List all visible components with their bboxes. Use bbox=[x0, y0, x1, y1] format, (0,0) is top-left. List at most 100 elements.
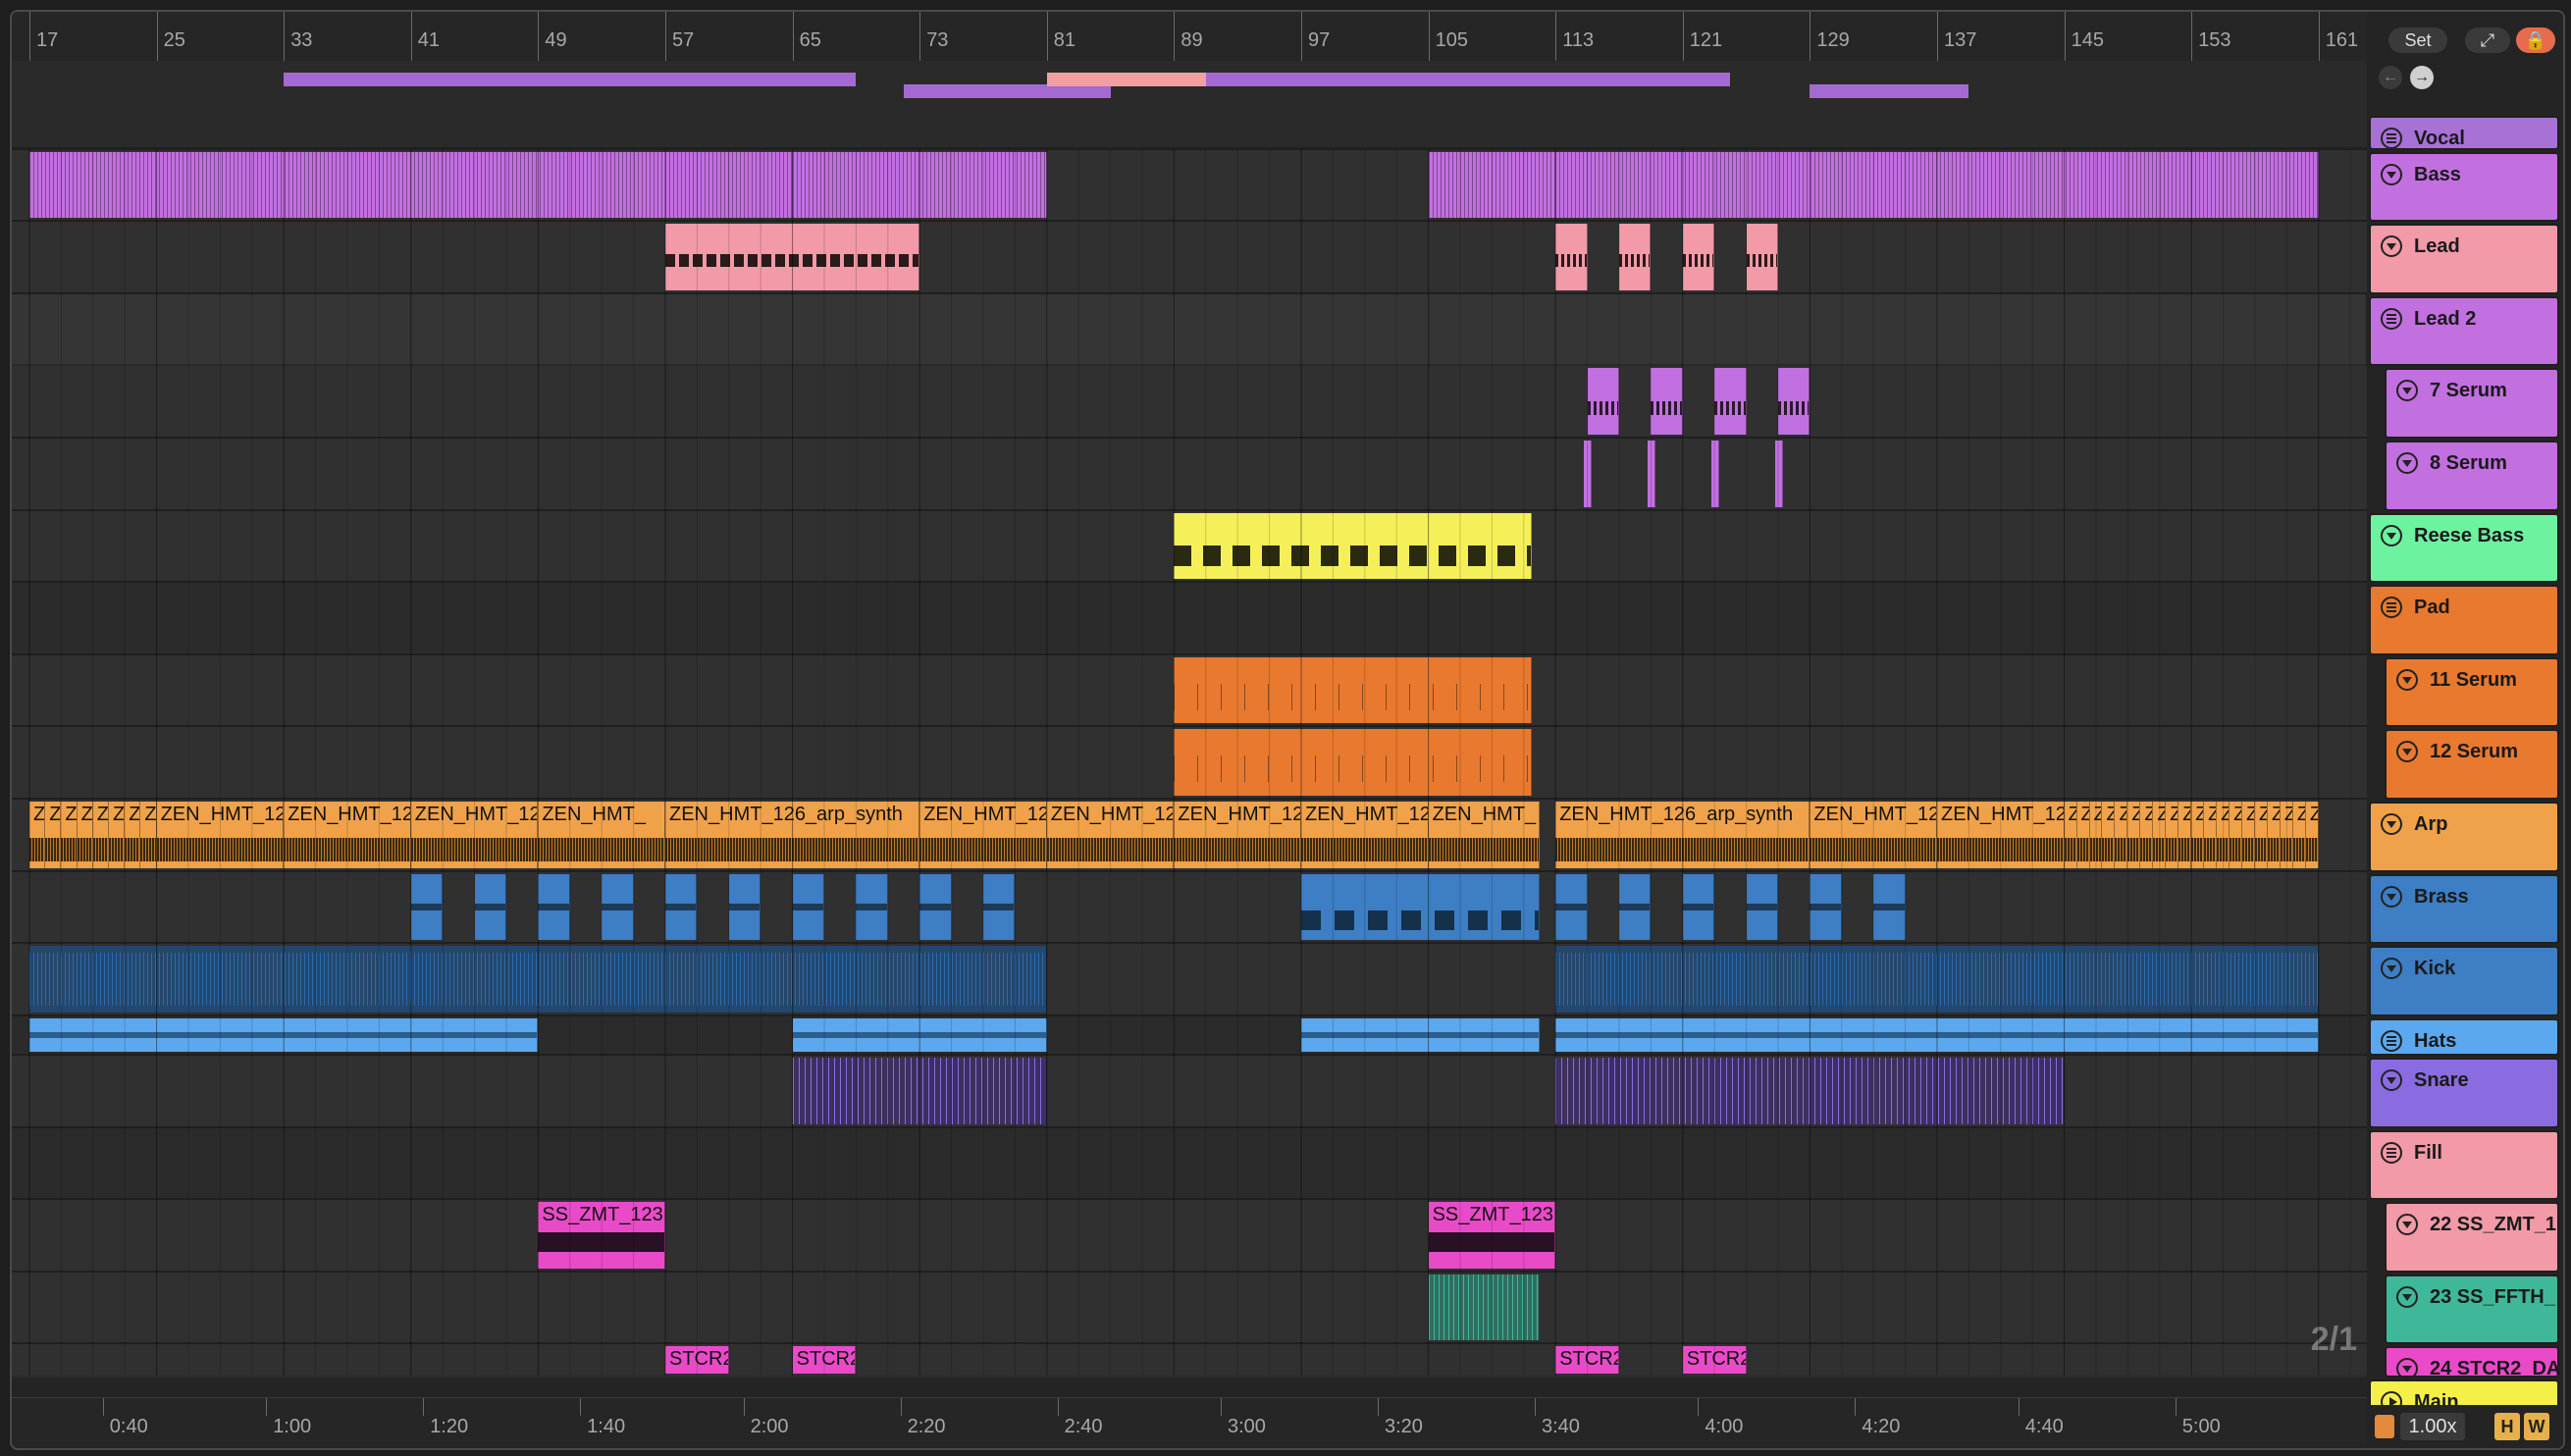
fold-icon[interactable] bbox=[2396, 741, 2418, 763]
track-header[interactable]: Pad bbox=[2369, 585, 2559, 655]
audio-clip[interactable]: ZEN_HMT_ bbox=[1428, 802, 1540, 868]
midi-clip[interactable] bbox=[1746, 873, 1778, 941]
midi-clip[interactable] bbox=[856, 873, 888, 941]
audio-clip[interactable]: Z bbox=[77, 802, 93, 868]
audio-clip[interactable] bbox=[1555, 1058, 2065, 1124]
h-toggle-button[interactable]: H bbox=[2494, 1413, 2520, 1440]
midi-clip[interactable] bbox=[1555, 151, 2319, 219]
fold-icon[interactable] bbox=[2396, 1214, 2418, 1236]
audio-clip[interactable]: Z bbox=[125, 802, 141, 868]
loop-region[interactable] bbox=[1046, 73, 1206, 86]
midi-clip[interactable] bbox=[1584, 440, 1593, 507]
midi-clip[interactable] bbox=[1810, 873, 1842, 941]
midi-clip[interactable] bbox=[410, 873, 444, 941]
audio-clip[interactable]: ZEN_HMT_12 bbox=[410, 802, 539, 868]
midi-clip[interactable] bbox=[1174, 729, 1532, 797]
midi-clip[interactable] bbox=[792, 151, 1047, 219]
fold-icon[interactable] bbox=[2381, 813, 2402, 836]
midi-clip[interactable] bbox=[792, 873, 824, 941]
audio-clip[interactable]: ZEN_HMT_12 bbox=[1937, 802, 2065, 868]
track-header[interactable]: 22 SS_ZMT_1 bbox=[2385, 1202, 2559, 1273]
track-header[interactable]: Lead 2 bbox=[2369, 295, 2559, 367]
midi-clip[interactable] bbox=[1714, 368, 1747, 435]
audio-clip[interactable] bbox=[1555, 946, 2319, 1013]
audio-clip[interactable] bbox=[1555, 1017, 2319, 1053]
midi-clip[interactable] bbox=[665, 873, 698, 941]
track-header[interactable]: 23 SS_FFTH_ bbox=[2385, 1274, 2559, 1345]
track-lane[interactable] bbox=[12, 366, 2367, 439]
track-lane[interactable] bbox=[12, 1272, 2367, 1345]
group-icon[interactable] bbox=[2381, 1141, 2402, 1164]
track-header[interactable]: Snare bbox=[2369, 1058, 2559, 1128]
audio-clip[interactable]: Z bbox=[2102, 802, 2116, 868]
midi-clip[interactable] bbox=[1174, 656, 1532, 724]
audio-clip[interactable]: STCR2 bbox=[1682, 1346, 1747, 1374]
midi-clip[interactable] bbox=[1873, 873, 1906, 941]
midi-clip[interactable] bbox=[1555, 873, 1588, 941]
next-locator-icon[interactable]: → bbox=[2410, 66, 2434, 89]
audio-clip[interactable]: ZEN_HMT_12 bbox=[1046, 802, 1175, 868]
track-header[interactable]: 7 Serum bbox=[2385, 368, 2559, 439]
midi-clip[interactable] bbox=[1587, 368, 1619, 435]
fold-icon[interactable] bbox=[2381, 163, 2402, 185]
horizontal-scrollbar[interactable]: 2/1 bbox=[12, 1321, 2367, 1397]
fold-icon[interactable] bbox=[2396, 1358, 2418, 1380]
lock-icon[interactable]: 🔒 bbox=[2516, 27, 2555, 53]
midi-clip[interactable] bbox=[1301, 873, 1540, 941]
audio-clip[interactable] bbox=[665, 946, 1047, 1013]
audio-clip[interactable]: Z bbox=[2305, 802, 2319, 868]
audio-clip[interactable]: Z bbox=[29, 802, 46, 868]
audio-clip[interactable]: Z bbox=[45, 802, 62, 868]
audio-clip[interactable] bbox=[792, 1058, 1047, 1124]
midi-clip[interactable] bbox=[665, 224, 920, 290]
track-lane[interactable] bbox=[12, 1344, 2367, 1376]
midi-clip[interactable] bbox=[1746, 224, 1778, 290]
audio-clip[interactable]: ZEN_HMT_12 bbox=[156, 802, 285, 868]
fold-icon[interactable] bbox=[2396, 668, 2418, 691]
midi-clip[interactable] bbox=[919, 873, 952, 941]
midi-clip[interactable] bbox=[1682, 873, 1715, 941]
audio-clip[interactable]: ZEN_HMT_ bbox=[538, 802, 665, 868]
track-header[interactable]: 12 Serum bbox=[2385, 729, 2559, 801]
group-icon[interactable] bbox=[2381, 127, 2402, 149]
midi-clip[interactable] bbox=[1619, 873, 1652, 941]
audio-clip[interactable]: Z bbox=[2166, 802, 2179, 868]
midi-clip[interactable] bbox=[1174, 512, 1532, 580]
loop-region[interactable] bbox=[1810, 84, 1969, 98]
track-lane[interactable] bbox=[12, 222, 2367, 294]
audio-clip[interactable]: Z bbox=[2089, 802, 2103, 868]
track-lane[interactable] bbox=[12, 438, 2367, 511]
audio-clip[interactable]: STCR2 bbox=[665, 1346, 729, 1374]
audio-clip[interactable]: Z bbox=[2178, 802, 2192, 868]
track-lane[interactable] bbox=[12, 583, 2367, 655]
midi-clip[interactable] bbox=[1710, 440, 1720, 507]
track-header[interactable]: Reese Bass bbox=[2369, 512, 2559, 584]
midi-clip[interactable] bbox=[602, 873, 634, 941]
audio-clip[interactable]: Z bbox=[2292, 802, 2306, 868]
track-area[interactable]: Z Z Z Z Z Z Z Z ZEN_HMT_12 ZEN_HMT_12 ZEN_HMT_12 ZE… bbox=[12, 149, 2367, 1376]
track-header[interactable]: 8 Serum bbox=[2385, 440, 2559, 511]
audio-clip[interactable]: Z bbox=[2064, 802, 2077, 868]
audio-clip[interactable]: SS_ZMT_123 bbox=[1428, 1202, 1556, 1269]
track-header[interactable]: Vocal bbox=[2369, 115, 2559, 150]
audio-clip[interactable]: STCR2 bbox=[1555, 1346, 1619, 1374]
prev-locator-icon[interactable]: ← bbox=[2379, 66, 2402, 89]
midi-clip[interactable] bbox=[983, 873, 1016, 941]
fold-icon[interactable] bbox=[2381, 524, 2402, 546]
group-icon[interactable] bbox=[2381, 307, 2402, 330]
track-header[interactable]: Arp bbox=[2369, 802, 2559, 872]
expand-icon[interactable]: ⤢ bbox=[2465, 27, 2510, 53]
audio-clip[interactable] bbox=[1301, 1017, 1540, 1053]
audio-clip[interactable] bbox=[29, 1017, 539, 1053]
audio-clip[interactable]: Z bbox=[92, 802, 109, 868]
audio-clip[interactable]: STCR2 bbox=[792, 1346, 857, 1374]
track-header[interactable]: 24 STCR2_DA bbox=[2385, 1346, 2560, 1380]
audio-clip[interactable]: ZEN_HMT_12 bbox=[1810, 802, 1937, 868]
midi-clip[interactable] bbox=[728, 873, 761, 941]
audio-clip[interactable]: Z bbox=[2204, 802, 2218, 868]
midi-clip[interactable] bbox=[1555, 224, 1588, 290]
group-icon[interactable] bbox=[2381, 597, 2402, 619]
audio-clip[interactable]: Z bbox=[2217, 802, 2230, 868]
track-lane[interactable] bbox=[12, 1127, 2367, 1201]
audio-clip[interactable]: Z bbox=[2140, 802, 2154, 868]
